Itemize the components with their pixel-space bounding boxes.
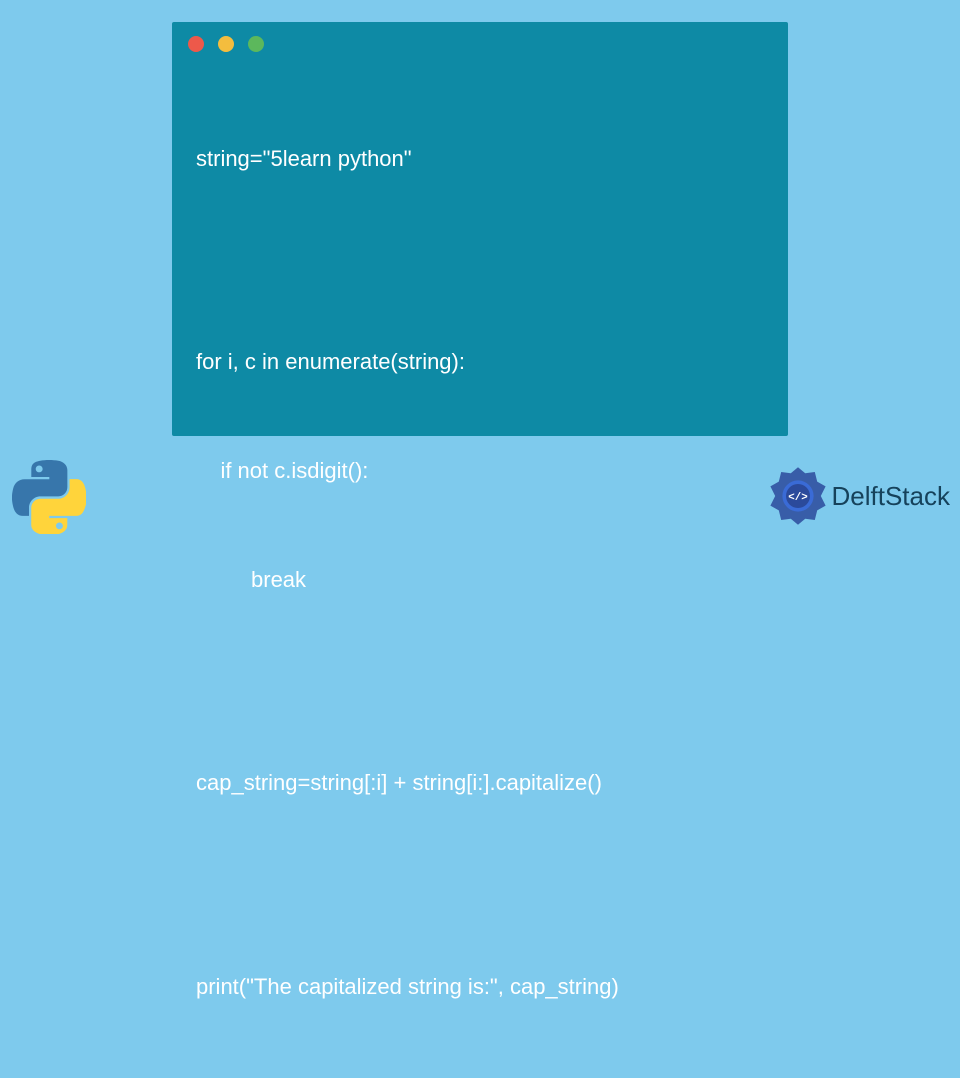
code-line [196, 874, 764, 896]
code-line: string="5learn python" [196, 141, 764, 177]
minimize-icon [218, 36, 234, 52]
brand-badge: </> DelftStack [768, 466, 951, 526]
code-line: break [196, 562, 764, 598]
python-logo-icon [12, 460, 86, 534]
close-icon [188, 36, 204, 52]
code-line: if not c.isdigit(): [196, 453, 764, 489]
brand-name: DelftStack [832, 481, 951, 512]
delftstack-logo-icon: </> [768, 466, 828, 526]
window-controls [172, 22, 788, 60]
code-line [196, 249, 764, 271]
code-line: cap_string=string[:i] + string[i:].capit… [196, 765, 764, 801]
code-block: string="5learn python" for i, c in enume… [172, 60, 788, 1078]
code-window: string="5learn python" for i, c in enume… [172, 22, 788, 436]
code-line [196, 671, 764, 693]
maximize-icon [248, 36, 264, 52]
svg-text:</>: </> [788, 492, 807, 504]
code-line: print("The capitalized string is:", cap_… [196, 969, 764, 1005]
code-line: for i, c in enumerate(string): [196, 344, 764, 380]
